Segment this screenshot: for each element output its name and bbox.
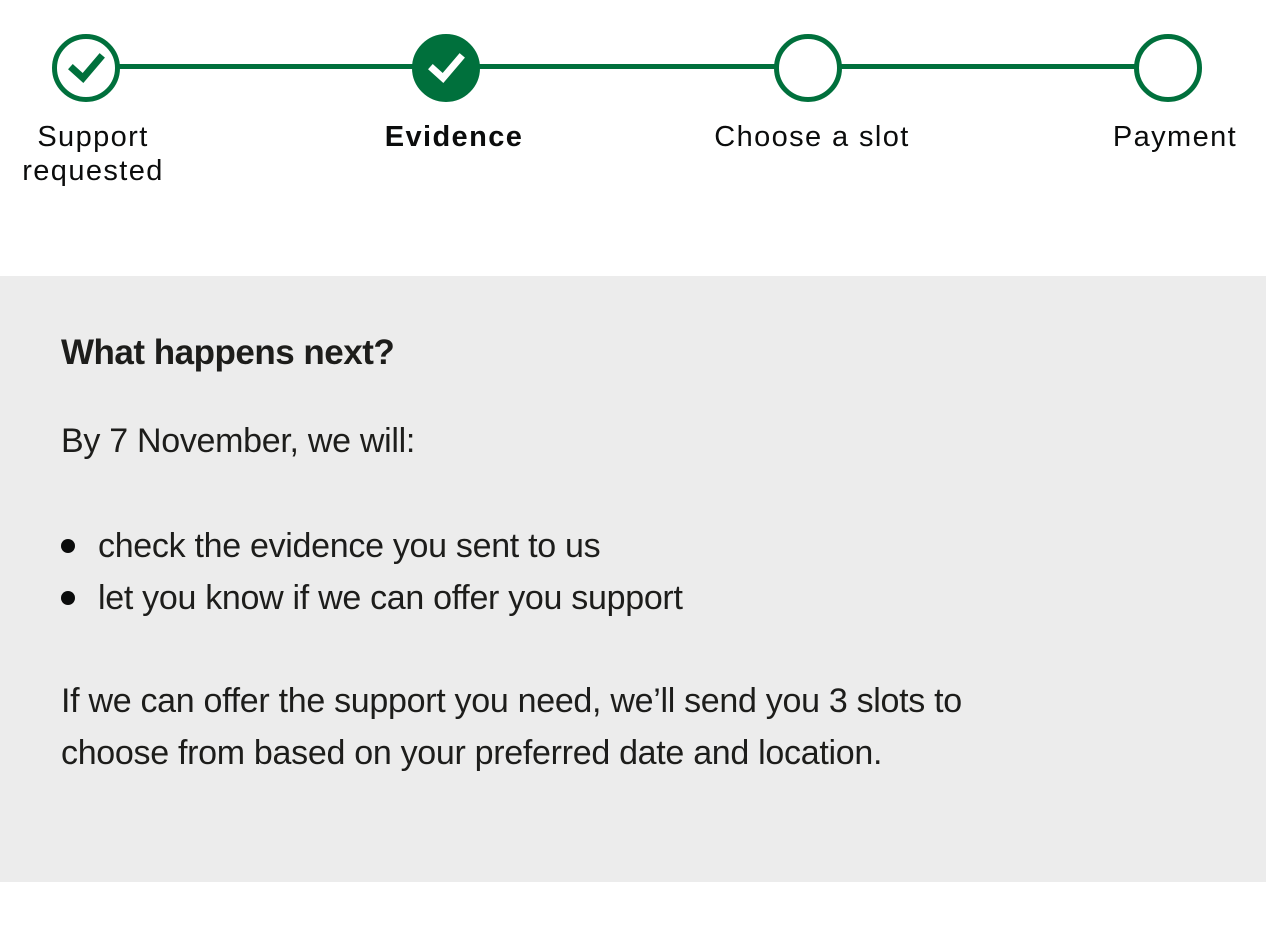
- step-4-indicator: [1134, 34, 1202, 102]
- step-3-label: Choose a slot: [714, 121, 910, 153]
- page: Support requested Evidence Choose a slot…: [0, 0, 1270, 942]
- panel-heading: What happens next?: [61, 333, 395, 372]
- check-icon: [68, 53, 105, 84]
- step-3-indicator: [774, 34, 842, 102]
- panel-footer-line-1: If we can offer the support you need, we…: [61, 682, 962, 720]
- bullet-icon: [61, 539, 75, 553]
- list-item: check the evidence you sent to us: [61, 520, 683, 572]
- next-steps-list: check the evidence you sent to us let yo…: [61, 520, 683, 624]
- step-connector-2: [478, 64, 776, 69]
- progress-stepper: Support requested Evidence Choose a slot…: [0, 0, 1270, 276]
- list-item-text: let you know if we can offer you support: [98, 579, 683, 617]
- check-icon: [428, 53, 465, 84]
- step-1-label: Support requested: [22, 121, 164, 187]
- step-connector-1: [118, 64, 414, 69]
- step-1-indicator: [52, 34, 120, 102]
- list-item-text: check the evidence you sent to us: [98, 527, 601, 565]
- step-4-label: Payment: [1112, 121, 1238, 153]
- bullet-icon: [61, 591, 75, 605]
- list-item: let you know if we can offer you support: [61, 572, 683, 624]
- panel-footer-line-2: choose from based on your preferred date…: [61, 734, 883, 772]
- step-2-label: Evidence: [384, 121, 524, 153]
- step-2-indicator: [412, 34, 480, 102]
- step-connector-3: [840, 64, 1136, 69]
- panel-intro: By 7 November, we will:: [61, 422, 416, 460]
